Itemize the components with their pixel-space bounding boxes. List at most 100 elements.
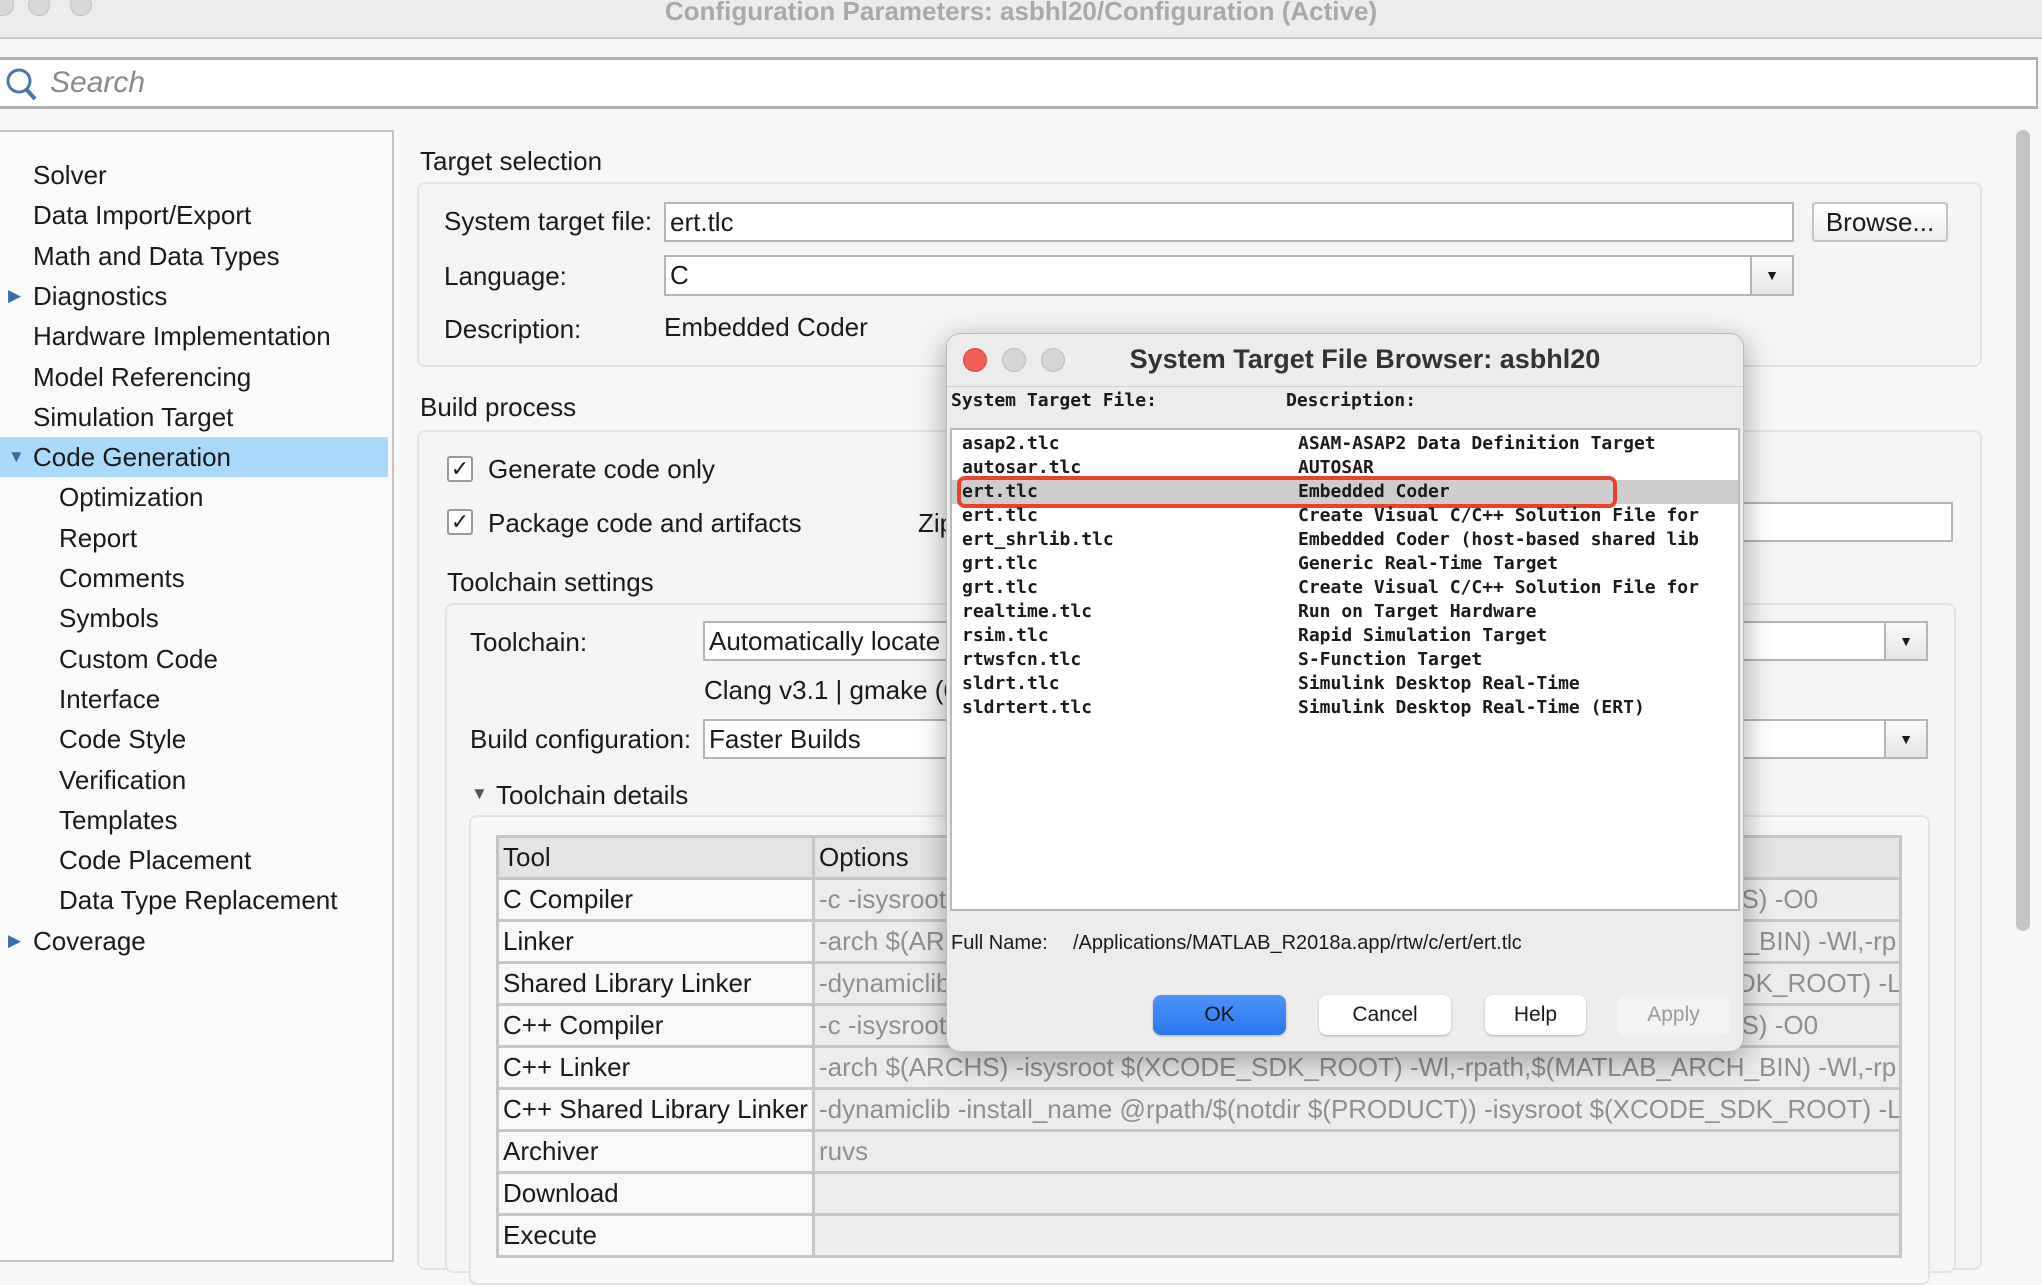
system-target-file-browser-dialog: System Target File Browser: asbhl20 Syst… xyxy=(946,333,1744,1052)
list-item[interactable]: realtime.tlc Run on Target Hardware xyxy=(952,600,1738,624)
sidebar-item-custom-code[interactable]: Custom Code xyxy=(0,639,388,679)
sidebar-item-optimization[interactable]: Optimization xyxy=(0,477,388,517)
tool-name-cell: Archiver xyxy=(496,1129,815,1174)
target-description: Generic Real-Time Target xyxy=(1298,553,1559,574)
expand-triangle-icon[interactable]: ▼ xyxy=(471,784,488,804)
sidebar-item-label: Optimization xyxy=(59,482,204,513)
sidebar-item-label: Code Generation xyxy=(33,442,232,473)
sidebar-item-label: Simulation Target xyxy=(33,401,234,432)
cancel-button[interactable]: Cancel xyxy=(1319,995,1451,1035)
list-item[interactable]: grt.tlc Create Visual C/C++ Solution File… xyxy=(952,576,1738,600)
language-select[interactable]: C ▼ xyxy=(664,255,1794,296)
tool-options-cell[interactable] xyxy=(812,1213,1902,1258)
tool-name-cell: C++ Compiler xyxy=(496,1003,815,1048)
language-label: Language: xyxy=(444,261,567,291)
target-description: Run on Target Hardware xyxy=(1298,601,1537,622)
sidebar-item-templates[interactable]: Templates xyxy=(0,800,388,840)
sidebar-item-label: Solver xyxy=(33,160,107,190)
category-tree: Solver Data Import/Export Math and Data Ty… xyxy=(0,130,394,1262)
expanded-triangle-icon[interactable]: ▼ xyxy=(8,437,25,477)
vertical-scrollbar[interactable] xyxy=(2016,130,2030,931)
sidebar-item-model-referencing[interactable]: Model Referencing xyxy=(0,357,388,397)
sidebar-item-report[interactable]: Report xyxy=(0,518,388,558)
list-item[interactable]: rsim.tlc Rapid Simulation Target xyxy=(952,624,1738,648)
search-icon xyxy=(6,68,37,101)
build-configuration-value: Faster Builds xyxy=(709,724,861,754)
target-file-name: rtwsfcn.tlc xyxy=(962,649,1082,670)
target-selection-heading: Target selection xyxy=(420,146,603,176)
sidebar-item-diagnostics[interactable]: ▶ Diagnostics xyxy=(0,276,388,316)
sidebar-item-label: Coverage xyxy=(33,925,146,956)
sidebar-item-label: Custom Code xyxy=(59,643,218,674)
target-file-name: ert_shrlib.tlc xyxy=(962,529,1114,550)
table-row: Archiver ruvs xyxy=(496,1129,1902,1174)
sidebar-item-hardware-implementation[interactable]: Hardware Implementation xyxy=(0,316,388,356)
sidebar-item-simulation-target[interactable]: Simulation Target xyxy=(0,397,388,437)
package-code-label: Package code and artifacts xyxy=(488,508,802,538)
target-file-name: rsim.tlc xyxy=(962,625,1049,646)
list-item[interactable]: ert_shrlib.tlc Embedded Coder (host-based… xyxy=(952,528,1738,552)
help-button[interactable]: Help xyxy=(1485,995,1586,1035)
column-header-description: Description: xyxy=(1286,390,1417,411)
tool-name-cell: C++ Linker xyxy=(496,1045,815,1090)
generate-code-only-label: Generate code only xyxy=(488,454,715,484)
apply-button[interactable]: Apply xyxy=(1617,995,1730,1035)
list-item[interactable]: ert.tlc Create Visual C/C++ Solution File… xyxy=(952,504,1738,528)
sidebar-item-verification[interactable]: Verification xyxy=(0,760,388,800)
chevron-down-icon[interactable]: ▼ xyxy=(1884,721,1926,757)
sidebar-item-label: Report xyxy=(59,522,138,553)
list-item[interactable]: sldrtert.tlc Simulink Desktop Real-Time (… xyxy=(952,696,1738,720)
collapsed-triangle-icon[interactable]: ▶ xyxy=(8,921,21,961)
system-target-file-input[interactable]: ert.tlc xyxy=(664,202,1794,242)
sidebar-item-label: Data Import/Export xyxy=(33,200,252,231)
browse-button[interactable]: Browse... xyxy=(1812,202,1948,242)
table-row: Execute xyxy=(496,1213,1902,1258)
title-divider xyxy=(947,386,1743,387)
list-item[interactable]: rtwsfcn.tlc S-Function Target xyxy=(952,648,1738,672)
target-description: Rapid Simulation Target xyxy=(1298,625,1548,646)
list-item[interactable]: grt.tlc Generic Real-Time Target xyxy=(952,552,1738,576)
tool-name-cell: Shared Library Linker xyxy=(496,961,815,1006)
list-item[interactable]: sldrt.tlc Simulink Desktop Real-Time xyxy=(952,672,1738,696)
language-value: C xyxy=(670,260,689,290)
sidebar-item-label: Data Type Replacement xyxy=(59,885,338,916)
sidebar-item-code-generation[interactable]: ▼ Code Generation xyxy=(0,437,388,478)
sidebar-item-label: Math and Data Types xyxy=(33,240,280,271)
sidebar-item-solver[interactable]: Solver xyxy=(0,155,388,195)
target-description: Embedded Coder (host-based shared lib xyxy=(1298,529,1699,550)
toolchain-label: Toolchain: xyxy=(470,627,588,657)
sidebar-item-code-style[interactable]: Code Style xyxy=(0,719,388,759)
tool-name-cell: Download xyxy=(496,1171,815,1216)
tool-options-cell[interactable]: -arch $(ARCHS) -isysroot $(XCODE_SDK_ROO… xyxy=(812,1045,1902,1090)
target-description: Simulink Desktop Real-Time xyxy=(1298,673,1580,694)
target-file-name: sldrt.tlc xyxy=(962,673,1060,694)
tool-options-cell[interactable]: -dynamiclib -install_name @rpath/$(notdi… xyxy=(812,1087,1902,1132)
collapsed-triangle-icon[interactable]: ▶ xyxy=(8,276,21,316)
sidebar-item-interface[interactable]: Interface xyxy=(0,679,388,719)
chevron-down-icon[interactable]: ▼ xyxy=(1750,257,1792,294)
ok-button[interactable]: OK xyxy=(1153,995,1286,1035)
target-file-name: grt.tlc xyxy=(962,553,1038,574)
list-item[interactable]: asap2.tlc ASAM-ASAP2 Data Definition Targ… xyxy=(952,432,1738,456)
target-description: ASAM-ASAP2 Data Definition Target xyxy=(1298,433,1656,454)
sidebar-item-comments[interactable]: Comments xyxy=(0,558,388,598)
tool-name-cell: C Compiler xyxy=(496,877,815,922)
toolchain-details-heading[interactable]: Toolchain details xyxy=(496,780,688,811)
tool-options-cell[interactable]: ruvs xyxy=(812,1129,1902,1174)
build-process-heading: Build process xyxy=(420,392,577,422)
table-row: C++ Shared Library Linker -dynamiclib -in… xyxy=(496,1087,1902,1132)
search-input[interactable]: Search xyxy=(0,57,2038,109)
generate-code-only-checkbox[interactable]: ✓ xyxy=(447,456,473,482)
sidebar-item-data-import-export[interactable]: Data Import/Export xyxy=(0,195,388,235)
sidebar-item-coverage[interactable]: ▶ Coverage xyxy=(0,921,388,961)
table-row: Download xyxy=(496,1171,1902,1216)
sidebar-item-data-type-replacement[interactable]: Data Type Replacement xyxy=(0,880,388,920)
sidebar-item-label: Verification xyxy=(59,764,187,795)
package-code-checkbox[interactable]: ✓ xyxy=(447,509,473,535)
chevron-down-icon[interactable]: ▼ xyxy=(1884,623,1926,659)
tool-options-cell[interactable] xyxy=(812,1171,1902,1216)
sidebar-item-symbols[interactable]: Symbols xyxy=(0,598,388,638)
target-file-list[interactable]: asap2.tlc ASAM-ASAP2 Data Definition Targ… xyxy=(950,428,1740,911)
sidebar-item-code-placement[interactable]: Code Placement xyxy=(0,840,388,880)
sidebar-item-math-and-data-types[interactable]: Math and Data Types xyxy=(0,236,388,276)
